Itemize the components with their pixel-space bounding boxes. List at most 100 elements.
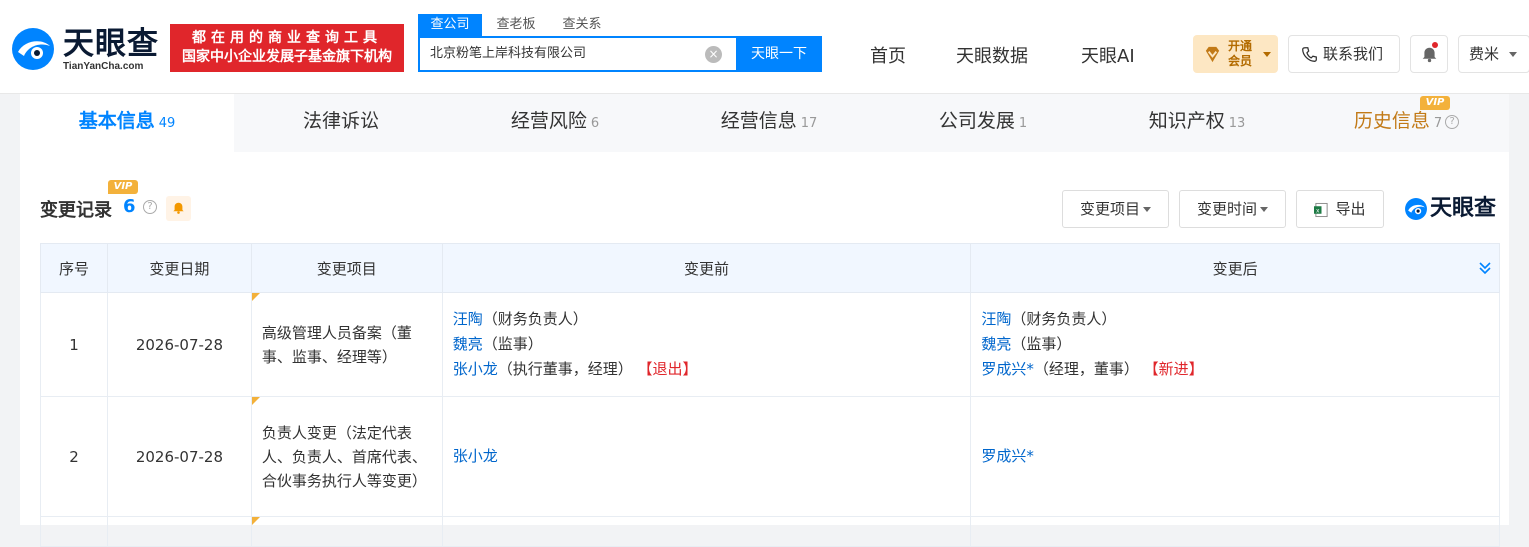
export-button[interactable]: x 导出	[1296, 190, 1384, 228]
row-item-cell: 高级管理人员备案（董事、监事、经理等）	[250, 292, 443, 397]
logo-text: 天眼查	[63, 26, 159, 62]
logo[interactable]: 天眼查 TianYanCha.com	[10, 26, 160, 72]
tab-label: 公司发展	[938, 110, 1015, 132]
person-role: （执行董事，经理）	[497, 360, 633, 378]
diamond-icon	[1205, 46, 1220, 63]
change-record-table: 序号 变更日期 变更项目 变更前 变更后 1 2026-07-28 高级管理人员…	[40, 243, 1500, 547]
user-name: 费米	[1469, 45, 1500, 63]
tab-label: 法律诉讼	[302, 110, 379, 132]
person-link[interactable]: 张小龙	[453, 447, 498, 465]
person-role: （财务负责人）	[1011, 310, 1117, 328]
person-entry: 罗成兴*（经理，董事） 【新进】	[981, 357, 1489, 382]
tab-count: 6	[590, 116, 600, 131]
logo-domain: TianYanCha.com	[63, 61, 144, 72]
person-link[interactable]: 汪陶	[453, 310, 483, 328]
row-item: 负责人变更（法定代表人、负责人、首席代表、合伙事务执行人等变更）	[261, 423, 427, 490]
row-before: 汪陶（财务负责人） 魏亮（监事） 张小龙（执行董事，经理） 【退出】	[441, 292, 972, 397]
slogan-banner: 都在用的商业查询工具 国家中小企业发展子基金旗下机构	[170, 24, 404, 72]
tab-risk[interactable]: 经营风险 6	[448, 94, 662, 152]
contact-us-label: 联系我们	[1323, 45, 1384, 63]
filter-label: 变更时间	[1196, 200, 1257, 218]
table-row: 2 2026-07-28 负责人变更（法定代表人、负责人、首席代表、合伙事务执行…	[40, 396, 1500, 517]
tab-count: 13	[1228, 116, 1246, 131]
person-entry: 魏亮（监事）	[981, 332, 1489, 357]
chevron-down-icon	[1509, 52, 1517, 57]
col-header-no: 序号	[40, 243, 108, 293]
person-link[interactable]: 魏亮	[453, 335, 483, 353]
person-entry: 汪陶（财务负责人）	[981, 307, 1489, 332]
tab-development[interactable]: 公司发展 1	[876, 94, 1090, 152]
person-link[interactable]: 汪陶	[981, 310, 1011, 328]
tab-count: 1	[1018, 116, 1028, 131]
notification-button[interactable]	[1410, 35, 1448, 73]
person-link[interactable]: 罗成兴*	[981, 360, 1034, 378]
table-row	[40, 516, 1500, 547]
company-tabs: 基本信息 49 法律诉讼 经营风险 6 经营信息 17 公司发展 1 知识产权 13 历史…	[20, 94, 1509, 152]
subscribe-button[interactable]	[166, 196, 191, 221]
person-role: （财务负责人）	[482, 310, 588, 328]
person-link[interactable]: 魏亮	[981, 335, 1011, 353]
person-entry: 张小龙（执行董事，经理） 【退出】	[453, 357, 961, 382]
tianyancha-logo-icon	[12, 28, 54, 70]
search-button[interactable]: 天眼一下	[736, 36, 822, 72]
tianyancha-logo-icon	[1405, 198, 1427, 220]
nav-ai[interactable]: 天眼AI	[1081, 42, 1135, 68]
row-no: 1	[40, 292, 108, 397]
tab-basic-info[interactable]: 基本信息 49	[20, 94, 234, 152]
row-after: 汪陶（财务负责人） 魏亮（监事） 罗成兴*（经理，董事） 【新进】	[970, 292, 1500, 397]
person-role: （经理，董事）	[1033, 360, 1139, 378]
tab-legal[interactable]: 法律诉讼	[234, 94, 448, 152]
col-header-date: 变更日期	[106, 243, 252, 293]
exit-tag: 【退出】	[637, 360, 698, 378]
table-header-row: 序号 变更日期 变更项目 变更前 变更后	[40, 243, 1500, 293]
nav-home[interactable]: 首页	[870, 42, 906, 68]
filter-change-item[interactable]: 变更项目	[1062, 190, 1169, 228]
person-entry: 汪陶（财务负责人）	[453, 307, 961, 332]
tab-label: 经营信息	[720, 110, 797, 132]
row-item-cell: 负责人变更（法定代表人、负责人、首席代表、合伙事务执行人等变更）	[250, 396, 443, 517]
slogan-line-2: 国家中小企业发展子基金旗下机构	[182, 49, 392, 65]
section-count: 6	[123, 196, 136, 217]
search-tab-relation[interactable]: 查关系	[550, 14, 614, 36]
phone-icon	[1302, 47, 1317, 62]
user-menu[interactable]: 费米	[1458, 35, 1529, 73]
table-row: 1 2026-07-28 高级管理人员备案（董事、监事、经理等） 汪陶（财务负责…	[40, 292, 1500, 397]
search-tab-company[interactable]: 查公司	[418, 14, 482, 36]
filter-label: 变更项目	[1079, 200, 1140, 218]
bell-icon	[1422, 47, 1437, 63]
tab-count: 17	[800, 116, 818, 131]
person-entry: 魏亮（监事）	[453, 332, 961, 357]
person-link[interactable]: 张小龙	[453, 360, 498, 378]
row-after: 罗成兴*	[970, 396, 1500, 517]
bell-icon	[173, 202, 184, 214]
person-link[interactable]: 罗成兴*	[981, 447, 1034, 465]
corner-mark	[251, 293, 260, 301]
tab-operation[interactable]: 经营信息 17	[662, 94, 876, 152]
open-vip-label: 开通 会员	[1228, 39, 1252, 69]
filter-change-time[interactable]: 变更时间	[1179, 190, 1286, 228]
open-vip-label-1: 开通	[1228, 39, 1253, 53]
help-icon[interactable]: ?	[143, 200, 157, 214]
vip-badge: VIP	[108, 180, 138, 194]
tab-count: 49	[158, 116, 176, 131]
person-role: （监事）	[482, 335, 543, 353]
notification-dot	[1432, 42, 1438, 48]
search-input[interactable]: 北京粉笔上岸科技有限公司 ×	[418, 36, 736, 72]
contact-us-button[interactable]: 联系我们	[1288, 35, 1400, 73]
tab-ip[interactable]: 知识产权 13	[1090, 94, 1304, 152]
search-tab-boss[interactable]: 查老板	[484, 14, 548, 36]
corner-mark	[251, 397, 260, 405]
help-icon[interactable]: ?	[1445, 114, 1460, 129]
col-header-item: 变更项目	[250, 243, 443, 293]
row-item: 高级管理人员备案（董事、监事、经理等）	[261, 323, 412, 366]
search-input-value: 北京粉笔上岸科技有限公司	[430, 46, 587, 61]
double-chevron-down-icon[interactable]	[1477, 260, 1493, 276]
nav-data[interactable]: 天眼数据	[956, 42, 1028, 68]
open-vip-button[interactable]: 开通 会员	[1193, 35, 1278, 73]
person-role: （监事）	[1011, 335, 1072, 353]
clear-icon[interactable]: ×	[705, 46, 722, 63]
row-no: 2	[40, 396, 108, 517]
tab-history[interactable]: 历史信息 7?	[1304, 94, 1509, 152]
tab-label: 基本信息	[78, 110, 155, 132]
change-record-panel: VIP 变更记录 6 ? 变更项目 变更时间 x 导出 天眼查 序号 变更日期 …	[20, 152, 1509, 547]
